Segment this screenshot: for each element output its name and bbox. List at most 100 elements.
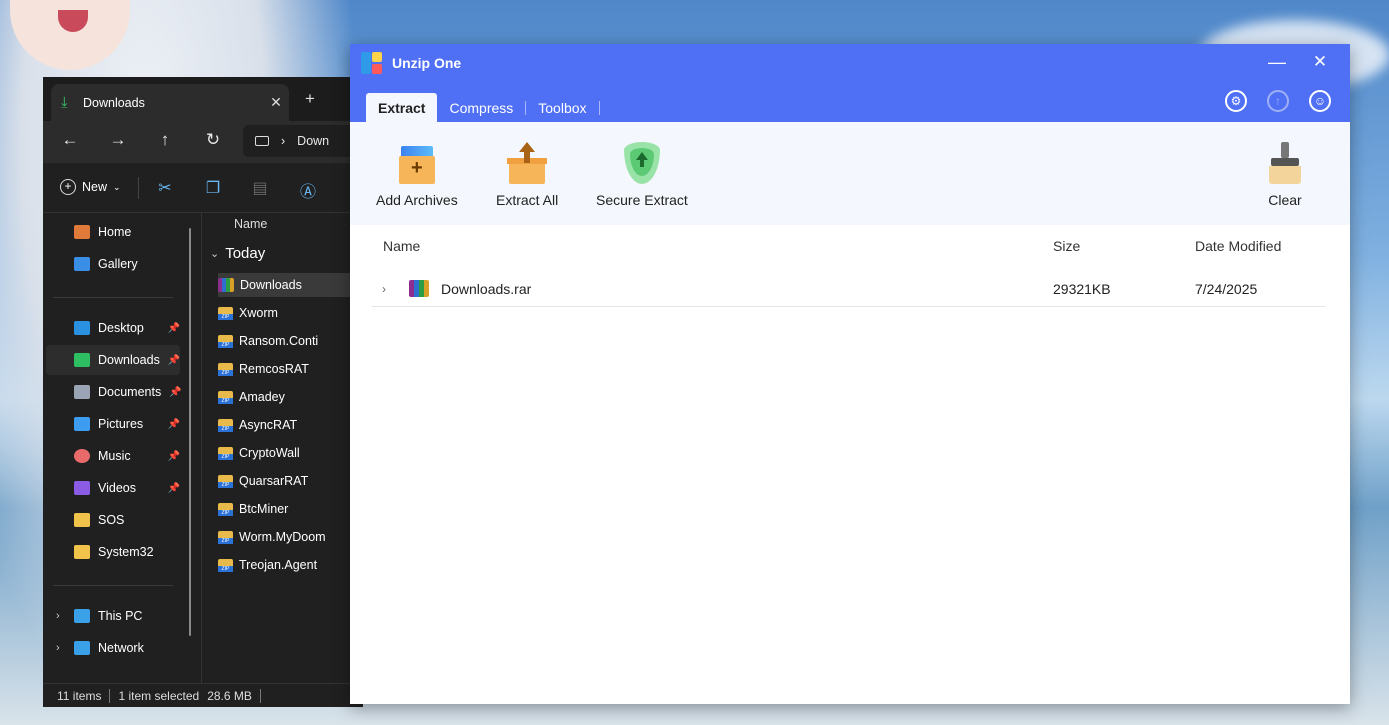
sidebar-item-label: Network bbox=[98, 641, 144, 655]
address-text: Down bbox=[297, 134, 330, 148]
tab-divider bbox=[598, 100, 600, 115]
cut-icon[interactable]: ✂ bbox=[154, 178, 176, 198]
clear-button[interactable]: Clear bbox=[1265, 142, 1305, 208]
copy-icon[interactable]: ❐ bbox=[202, 178, 224, 198]
chevron-right-icon[interactable]: › bbox=[56, 610, 60, 622]
pc-icon bbox=[255, 136, 269, 146]
file-name: Treojan.Agent bbox=[239, 558, 318, 572]
pin-icon: 📌 bbox=[167, 482, 180, 494]
explorer-tab-label: Downloads bbox=[83, 95, 145, 110]
chevron-right-icon[interactable]: › bbox=[56, 642, 60, 654]
sidebar-item-music[interactable]: Music 📌 bbox=[46, 441, 180, 471]
rar-archive-icon bbox=[409, 280, 429, 297]
download-icon bbox=[74, 353, 90, 367]
paste-icon[interactable]: ▤ bbox=[249, 178, 271, 198]
sidebar-item-home[interactable]: Home bbox=[46, 217, 180, 247]
file-row[interactable]: AsyncRAT bbox=[218, 413, 368, 437]
sidebar-item-label: Pictures bbox=[98, 417, 144, 431]
sidebar-item-downloads[interactable]: Downloads 📌 bbox=[46, 345, 180, 375]
unzip-one-window: Unzip One — ✕ Extract Compress Toolbox ⚙… bbox=[350, 44, 1350, 704]
pin-icon: 📌 bbox=[167, 354, 181, 366]
close-tab-icon[interactable]: ✕ bbox=[263, 94, 289, 111]
file-name: Ransom.Conti bbox=[239, 334, 319, 348]
file-row[interactable]: CryptoWall bbox=[218, 441, 368, 465]
zip-archive-icon bbox=[218, 474, 233, 488]
file-row[interactable]: Xworm bbox=[218, 301, 368, 325]
sidebar-item-desktop[interactable]: Desktop 📌 bbox=[46, 313, 180, 343]
column-header-name[interactable]: Name bbox=[234, 217, 267, 231]
secure-extract-label: Secure Extract bbox=[596, 192, 688, 208]
refresh-icon[interactable]: ↻ bbox=[201, 130, 225, 150]
tab-toolbox[interactable]: Toolbox bbox=[526, 93, 598, 122]
extract-all-label: Extract All bbox=[496, 192, 559, 208]
sidebar-item-this-pc[interactable]: › This PC bbox=[46, 601, 180, 631]
minimize-icon[interactable]: — bbox=[1262, 52, 1292, 73]
sidebar-item-sos[interactable]: SOS bbox=[46, 505, 180, 535]
tab-compress[interactable]: Compress bbox=[437, 93, 525, 122]
zip-archive-icon bbox=[218, 446, 233, 460]
status-divider bbox=[259, 688, 261, 703]
sidebar-item-system32[interactable]: System32 bbox=[46, 537, 180, 567]
sidebar-item-gallery[interactable]: Gallery bbox=[46, 249, 180, 279]
table-row[interactable]: › Downloads.rar 29321KB 7/24/2025 bbox=[372, 277, 1325, 307]
column-header-size[interactable]: Size bbox=[1053, 238, 1080, 254]
zip-archive-icon bbox=[218, 362, 233, 376]
file-row[interactable]: Downloads bbox=[218, 273, 368, 297]
extract-all-button[interactable]: Extract All bbox=[496, 142, 558, 208]
explorer-tab-downloads[interactable]: ⤓ Downloads ✕ bbox=[51, 84, 289, 121]
file-row[interactable]: BtcMiner bbox=[218, 497, 368, 521]
file-row[interactable]: Worm.MyDoom bbox=[218, 525, 368, 549]
videos-icon bbox=[74, 481, 90, 495]
clear-label: Clear bbox=[1268, 192, 1302, 208]
toolbar-divider bbox=[138, 177, 139, 199]
chevron-down-icon: ⌄ bbox=[210, 248, 220, 260]
file-row[interactable]: RemcosRAT bbox=[218, 357, 368, 381]
file-list-pane: Name ⌄ Today Downloads Xworm Ransom.Cont… bbox=[201, 213, 368, 683]
new-button[interactable]: + New ⌄ bbox=[60, 179, 121, 195]
close-icon[interactable]: ✕ bbox=[1305, 52, 1335, 72]
sidebar-scrollbar[interactable] bbox=[189, 228, 191, 636]
feedback-face-icon[interactable]: ☺ bbox=[1309, 90, 1331, 112]
upgrade-arrow-icon[interactable]: ↑ bbox=[1267, 90, 1289, 112]
new-tab-button[interactable]: + bbox=[305, 89, 315, 109]
back-arrow-icon[interactable]: ← bbox=[58, 130, 82, 150]
forward-arrow-icon[interactable]: → bbox=[106, 130, 130, 150]
zip-archive-icon bbox=[218, 306, 233, 320]
file-row[interactable]: Treojan.Agent bbox=[218, 553, 368, 577]
explorer-command-bar: + New ⌄ ✂ ❐ ▤ Ⓐ bbox=[43, 163, 363, 213]
tab-extract[interactable]: Extract bbox=[366, 93, 438, 122]
archive-date: 7/24/2025 bbox=[1195, 281, 1258, 297]
file-row[interactable]: QuarsarRAT bbox=[218, 469, 368, 493]
extract-ribbon: + Add Archives Extract All Secure Extrac… bbox=[350, 122, 1350, 225]
secure-extract-button[interactable]: Secure Extract bbox=[596, 142, 688, 208]
file-row[interactable]: Ransom.Conti bbox=[218, 329, 368, 353]
archive-name: Downloads.rar bbox=[441, 281, 532, 297]
column-header-name[interactable]: Name bbox=[383, 238, 420, 254]
broom-icon bbox=[1265, 142, 1305, 184]
file-name: CryptoWall bbox=[239, 446, 300, 460]
music-icon bbox=[74, 449, 90, 463]
desktop-icon bbox=[74, 321, 90, 335]
rename-icon[interactable]: Ⓐ bbox=[297, 178, 319, 202]
chevron-right-icon[interactable]: › bbox=[382, 282, 386, 296]
selection-size: 28.6 MB bbox=[207, 688, 252, 703]
file-row[interactable]: Amadey bbox=[218, 385, 368, 409]
add-archives-button[interactable]: + Add Archives bbox=[376, 142, 458, 208]
sidebar-item-videos[interactable]: Videos 📌 bbox=[46, 473, 180, 503]
sidebar-item-documents[interactable]: Documents 📌 bbox=[46, 377, 182, 407]
app-title: Unzip One bbox=[392, 55, 462, 71]
group-label: Today bbox=[225, 245, 266, 262]
zip-archive-icon bbox=[218, 530, 233, 544]
folder-icon bbox=[74, 545, 90, 559]
up-arrow-icon[interactable]: ↑ bbox=[153, 130, 177, 150]
file-name: Amadey bbox=[239, 390, 285, 404]
column-header-date-modified[interactable]: Date Modified bbox=[1195, 238, 1281, 254]
zip-archive-icon bbox=[218, 502, 233, 516]
sidebar-item-network[interactable]: › Network bbox=[46, 633, 180, 663]
home-icon bbox=[74, 225, 90, 239]
pin-icon: 📌 bbox=[167, 418, 180, 430]
gear-icon[interactable]: ⚙ bbox=[1225, 90, 1247, 112]
group-header-today[interactable]: ⌄ Today bbox=[210, 245, 265, 262]
sidebar-item-pictures[interactable]: Pictures 📌 bbox=[46, 409, 180, 439]
pin-icon: 📌 bbox=[167, 450, 180, 462]
